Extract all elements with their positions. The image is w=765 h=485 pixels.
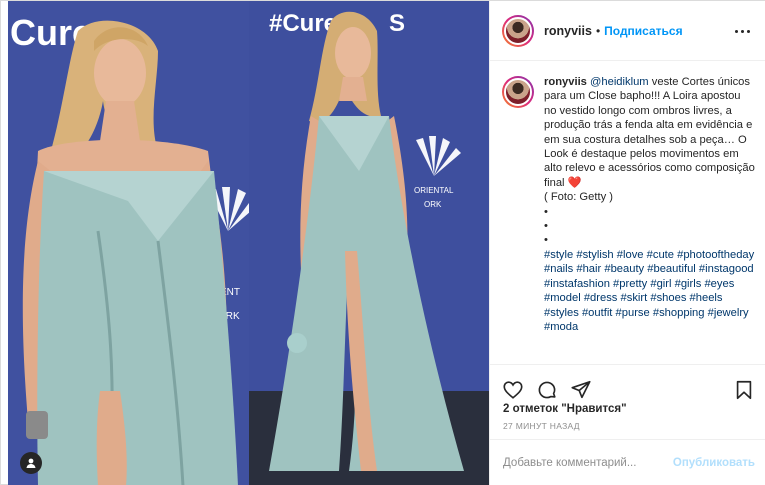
hashtag-link[interactable]: #girl bbox=[650, 278, 671, 290]
hashtag-link[interactable]: #instagood bbox=[699, 263, 754, 275]
post-actions bbox=[490, 364, 765, 404]
hashtag-link[interactable]: #outfit bbox=[582, 307, 612, 319]
comment-icon[interactable] bbox=[536, 379, 558, 401]
likes-label: "Нравится" bbox=[561, 403, 627, 415]
hashtag-link[interactable]: #styles bbox=[544, 307, 579, 319]
caption-avatar[interactable] bbox=[502, 76, 534, 108]
caption-dot-2: • bbox=[544, 220, 548, 233]
hashtag-link[interactable]: #model bbox=[544, 292, 581, 304]
caption-credit: ( Foto: Getty ) bbox=[544, 191, 614, 204]
post-caption: ronyviis @heidiklum veste Cortes únicos … bbox=[544, 75, 755, 364]
photo-panel-right: #Cure S ORIENTAL ORK bbox=[249, 1, 489, 485]
hashtag-link[interactable]: #beauty bbox=[604, 263, 644, 275]
hashtag-link[interactable]: #hair bbox=[576, 263, 601, 275]
user-tag-icon[interactable] bbox=[20, 452, 42, 474]
hashtag-list: #style #stylish #love #cute #photoofthed… bbox=[544, 248, 755, 334]
hashtag-link[interactable]: #beautiful bbox=[647, 263, 696, 275]
share-icon[interactable] bbox=[570, 379, 592, 401]
hashtag-link[interactable]: #stylish bbox=[576, 249, 613, 261]
hashtag-link[interactable]: #jewelry bbox=[708, 307, 749, 319]
hashtag-link[interactable]: #heels bbox=[690, 292, 723, 304]
hashtag-link[interactable]: #love bbox=[617, 249, 644, 261]
comment-input[interactable] bbox=[503, 457, 673, 469]
backdrop-text-right-tail: S bbox=[389, 10, 405, 37]
hashtag-link[interactable]: #photooftheday bbox=[677, 249, 754, 261]
add-comment-bar: Опубликовать bbox=[490, 439, 765, 485]
caption-text: veste Cortes únicos para um Close bapho!… bbox=[544, 76, 755, 189]
heart-icon[interactable] bbox=[502, 379, 524, 401]
hashtag-link[interactable]: #girls bbox=[675, 278, 702, 290]
publish-button[interactable]: Опубликовать bbox=[673, 457, 755, 469]
hashtag-link[interactable]: #purse bbox=[616, 307, 650, 319]
hashtag-link[interactable]: #nails bbox=[544, 263, 573, 275]
hashtag-link[interactable]: #cute bbox=[647, 249, 674, 261]
hashtag-link[interactable]: #moda bbox=[544, 321, 578, 333]
caption-dot-3: • bbox=[544, 234, 548, 247]
follow-button[interactable]: Подписаться bbox=[604, 24, 682, 38]
likes-number: 2 отметок bbox=[503, 403, 558, 415]
hashtag-link[interactable]: #shoes bbox=[650, 292, 686, 304]
header-separator: • bbox=[595, 23, 601, 38]
caption-emoji: ❤️ bbox=[567, 176, 582, 189]
post-photo[interactable]: Cure RIENT ORK bbox=[8, 1, 489, 485]
hashtag-link[interactable]: #instafashion bbox=[544, 278, 610, 290]
likes-count[interactable]: 2 отметок "Нравится" bbox=[503, 403, 627, 415]
post-timestamp[interactable]: 27 МИНУТ НАЗАД bbox=[503, 421, 580, 431]
hashtag-link[interactable]: #shopping bbox=[653, 307, 705, 319]
post-frame: Cure RIENT ORK bbox=[0, 0, 765, 485]
hashtag-link[interactable]: #skirt bbox=[621, 292, 648, 304]
post-header: ronyviis • Подписаться bbox=[490, 1, 765, 61]
sponsor-line-right-2: ORK bbox=[424, 200, 442, 209]
hashtag-link[interactable]: #eyes bbox=[704, 278, 734, 290]
caption-mention[interactable]: @heidiklum bbox=[590, 76, 649, 88]
sponsor-line-right-1: ORIENTAL bbox=[414, 186, 454, 195]
hashtag-link[interactable]: #style bbox=[544, 249, 573, 261]
bookmark-icon[interactable] bbox=[733, 379, 755, 401]
backdrop-text-right: #Cure bbox=[269, 10, 337, 37]
more-horizontal-icon[interactable] bbox=[735, 24, 751, 38]
caption-username[interactable]: ronyviis bbox=[544, 76, 587, 88]
post-side-panel: ronyviis • Подписаться ronyviis @heidikl… bbox=[489, 1, 765, 485]
comments-area: ronyviis @heidiklum veste Cortes únicos … bbox=[490, 61, 765, 364]
caption-dot-1: • bbox=[544, 205, 548, 218]
hashtag-link[interactable]: #dress bbox=[584, 292, 618, 304]
hashtag-link[interactable]: #pretty bbox=[613, 278, 647, 290]
photo-panel-left: Cure RIENT ORK bbox=[8, 1, 249, 485]
avatar[interactable] bbox=[502, 14, 534, 47]
username-link[interactable]: ronyviis bbox=[544, 24, 592, 38]
